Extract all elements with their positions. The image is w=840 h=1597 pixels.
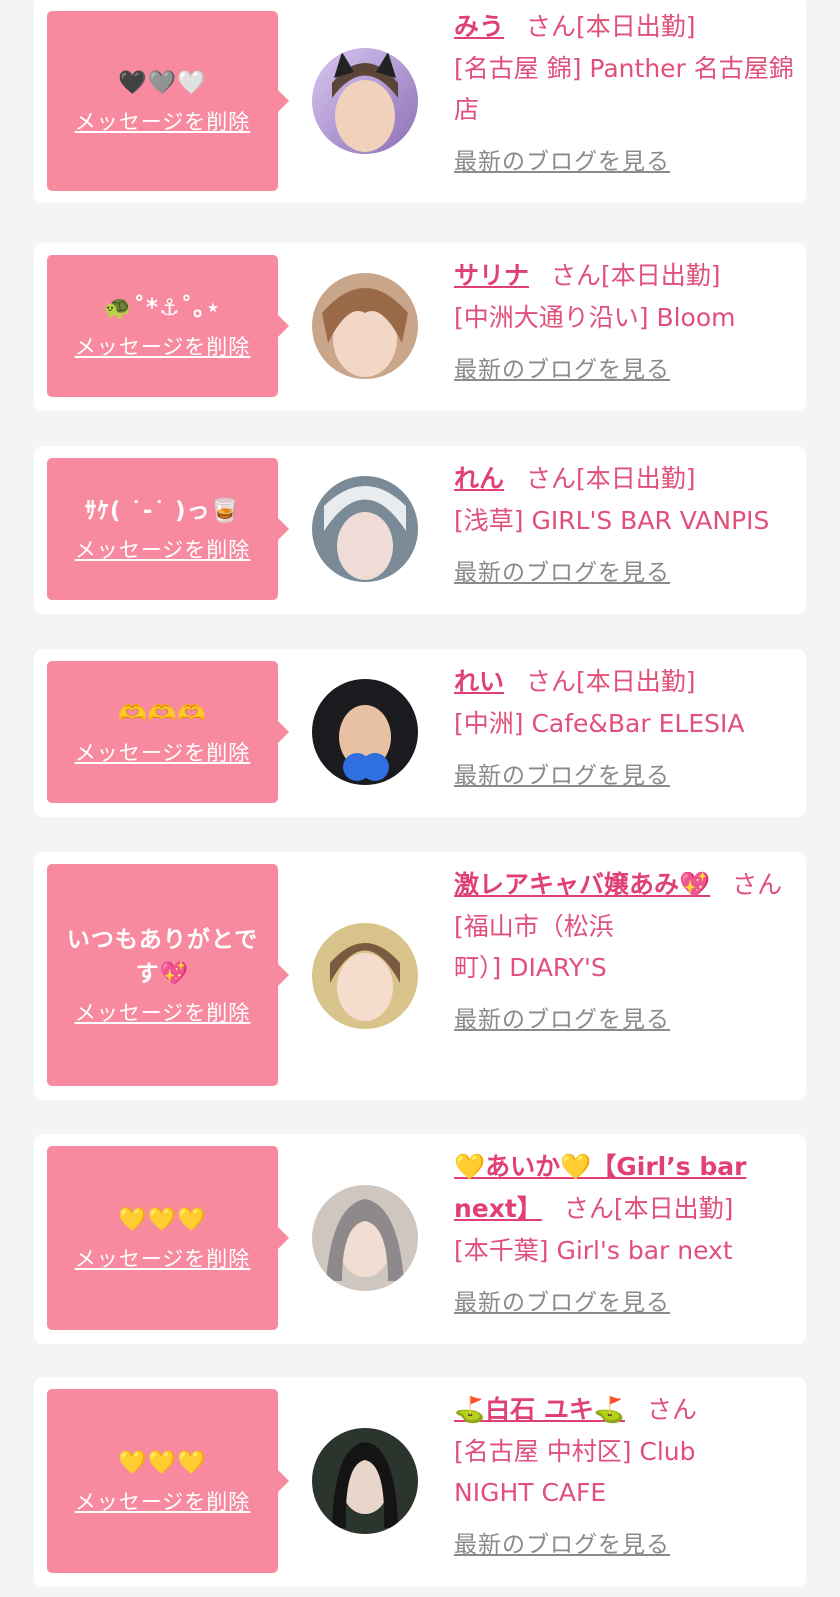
latest-blog-link[interactable]: 最新のブログを見る [454,1000,670,1034]
message-bubble: いつもありがとです💖 メッセージを削除 [47,864,289,1086]
honorific: さん [551,261,602,290]
message-bubble: 💛💛💛 メッセージを削除 [47,1389,289,1573]
avatar[interactable] [312,923,418,1029]
status-badge: [本日出勤] [576,464,696,493]
cast-name-link[interactable]: 激レアキャバ嬢あみ💖 [454,870,710,899]
delete-message-link[interactable]: メッセージを削除 [75,1486,251,1516]
delete-message-link[interactable]: メッセージを削除 [75,1243,251,1273]
list-item: 🖤🩶🤍 メッセージを削除 みう さん[本日出勤] [名古屋 錦] Panther … [34,0,806,203]
message-text: 🫶🫶🫶 [118,701,207,727]
shop-name: [名古屋 錦] Panther 名古屋錦店 [454,54,794,124]
latest-blog-link[interactable]: 最新のブログを見る [454,142,670,176]
list-item: ｻｹ( ˙-˙ )っ🥃 メッセージを削除 れん さん[本日出勤] [浅草] GIR… [34,446,806,614]
message-text: 🐢˚*⚓︎˚｡⋆ [103,295,222,321]
latest-blog-link[interactable]: 最新のブログを見る [454,1525,670,1559]
avatar[interactable] [312,48,418,154]
honorific: さん [563,1194,614,1223]
honorific: さん [526,667,577,696]
list-item: 🫶🫶🫶 メッセージを削除 れい さん[本日出勤] [中洲] Cafe&Bar EL… [34,649,806,817]
message-bubble: ｻｹ( ˙-˙ )っ🥃 メッセージを削除 [47,458,289,600]
delete-message-link[interactable]: メッセージを削除 [75,534,251,564]
delete-message-link[interactable]: メッセージを削除 [75,737,251,767]
shop-name: [浅草] GIRL'S BAR VANPIS [454,506,770,535]
message-text: 💛💛💛 [118,1207,207,1233]
message-bubble: 🖤🩶🤍 メッセージを削除 [47,11,289,191]
message-text: いつもありがとです💖 [66,927,259,987]
shop-name: [福山市（松浜町）] DIARY'S [454,912,614,982]
latest-blog-link[interactable]: 最新のブログを見る [454,1283,670,1317]
cast-name-link[interactable]: れい [454,667,504,696]
list-item: 🐢˚*⚓︎˚｡⋆ メッセージを削除 サリナ さん[本日出勤] [中洲大通り沿い] … [34,243,806,411]
shop-name: [本千葉] Girl's bar next [454,1236,733,1265]
avatar[interactable] [312,679,418,785]
delete-message-link[interactable]: メッセージを削除 [75,997,251,1027]
message-list: 🖤🩶🤍 メッセージを削除 みう さん[本日出勤] [名古屋 錦] Panther … [0,0,840,1597]
honorific: さん [526,464,577,493]
message-bubble: 🫶🫶🫶 メッセージを削除 [47,661,289,803]
cast-name-link[interactable]: サリナ [454,261,529,290]
shop-name: [中洲] Cafe&Bar ELESIA [454,709,745,738]
honorific: さん [646,1395,697,1424]
message-bubble: 🐢˚*⚓︎˚｡⋆ メッセージを削除 [47,255,289,397]
message-text: 💛💛💛 [118,1450,207,1476]
honorific: さん [526,12,577,41]
cast-name-link[interactable]: みう [454,12,504,41]
status-badge: [本日出勤] [613,1194,734,1223]
message-bubble: 💛💛💛 メッセージを削除 [47,1146,289,1330]
latest-blog-link[interactable]: 最新のブログを見る [454,553,670,587]
status-badge: [本日出勤] [576,12,696,41]
delete-message-link[interactable]: メッセージを削除 [75,331,251,361]
message-text: ｻｹ( ˙-˙ )っ🥃 [84,498,241,524]
list-item: 💛💛💛 メッセージを削除 💛あいか💛【Girl’s bar next】 さん[本日… [34,1134,806,1344]
cast-name-link[interactable]: ⛳️白石 ユキ⛳️ [454,1395,625,1424]
shop-name: [中洲大通り沿い] Bloom [454,303,736,332]
list-item: いつもありがとです💖 メッセージを削除 激レアキャバ嬢あみ💖 さん [福山市（松浜… [34,852,806,1100]
shop-name: [名古屋 中村区] Club NIGHT CAFE [454,1437,696,1507]
cast-name-link[interactable]: れん [454,464,504,493]
latest-blog-link[interactable]: 最新のブログを見る [454,756,670,790]
message-text: 🖤🩶🤍 [118,70,207,96]
avatar[interactable] [312,273,418,379]
avatar[interactable] [312,1428,418,1534]
honorific: さん [732,870,783,899]
avatar[interactable] [312,476,418,582]
status-badge: [本日出勤] [576,667,696,696]
latest-blog-link[interactable]: 最新のブログを見る [454,350,670,384]
delete-message-link[interactable]: メッセージを削除 [75,106,251,136]
list-item: 💛💛💛 メッセージを削除 ⛳️白石 ユキ⛳️ さん [名古屋 中村区] Club … [34,1377,806,1587]
avatar[interactable] [312,1185,418,1291]
status-badge: [本日出勤] [601,261,721,290]
